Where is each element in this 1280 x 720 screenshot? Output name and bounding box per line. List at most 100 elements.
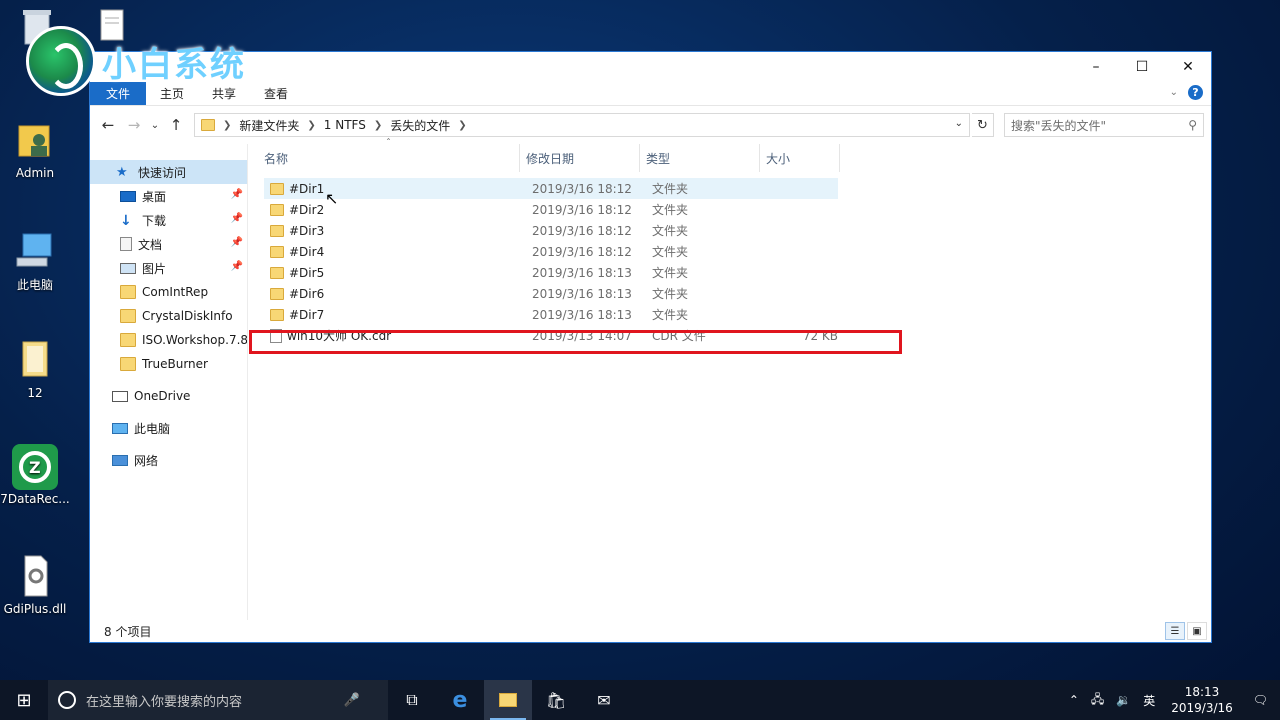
logo-text: 小白系统 <box>102 44 246 85</box>
desktop-icon-label: 此电脑 <box>16 278 53 292</box>
file-type: 文件夹 <box>652 245 689 259</box>
file-list: ˆ 名称 修改日期 类型 大小 #Dir1 2019/3/16 18:12 文件… <box>248 138 1211 620</box>
pin-icon[interactable]: 📌 <box>231 213 243 224</box>
mouse-cursor-icon: ↖ <box>325 189 339 208</box>
column-header-date[interactable]: 修改日期 <box>520 144 640 172</box>
recent-locations-chevron-icon[interactable]: ⌄ <box>148 113 162 137</box>
nav-item-downloads[interactable]: ↓ 下载 📌 <box>90 208 247 232</box>
edge-browser-icon[interactable]: e <box>436 680 484 720</box>
clock-date: 2019/3/16 <box>1171 701 1233 715</box>
nav-label: ComIntRep <box>142 285 209 299</box>
folder-icon <box>270 266 284 279</box>
table-row[interactable]: win10大师 OK.cdr 2019/3/13 14:07 CDR 文件 72… <box>264 325 1211 346</box>
pin-icon[interactable]: 📌 <box>231 189 243 200</box>
mail-icon[interactable]: ✉ <box>580 680 628 720</box>
file-icon <box>270 328 282 343</box>
star-icon: ★ <box>116 165 128 180</box>
onedrive-cloud-icon <box>112 390 128 402</box>
task-view-icon[interactable]: ⧉ <box>388 680 436 720</box>
breadcrumb-item[interactable]: 1 NTFS <box>324 118 366 132</box>
file-date: 2019/3/16 18:13 <box>532 265 632 280</box>
desktop-icon-admin[interactable]: Admin <box>0 118 70 180</box>
up-arrow-icon[interactable]: ↑ <box>164 113 188 137</box>
expand-ribbon-chevron-icon[interactable]: ⌄ <box>1170 87 1178 98</box>
pin-icon[interactable]: 📌 <box>231 237 243 248</box>
breadcrumb-separator-icon[interactable]: ❯ <box>307 120 315 131</box>
documents-icon <box>120 237 132 251</box>
nav-label: 文档 <box>138 237 163 252</box>
tray-chevron-up-icon[interactable]: ⌃ <box>1069 693 1079 707</box>
table-row[interactable]: #Dir6 2019/3/16 18:13 文件夹 <box>264 283 1211 304</box>
table-row[interactable]: #Dir2 2019/3/16 18:12 文件夹 <box>264 199 1211 220</box>
data-recovery-app-icon: Z <box>12 442 58 490</box>
search-input[interactable]: 搜索"丢失的文件" ⚲ <box>1004 113 1204 137</box>
table-row[interactable]: #Dir3 2019/3/16 18:12 文件夹 <box>264 220 1211 241</box>
nav-this-pc[interactable]: 此电脑 <box>90 416 247 440</box>
desktop-icon-this-pc[interactable]: 此电脑 <box>0 228 70 293</box>
folder-icon <box>270 308 284 321</box>
nav-network[interactable]: 网络 <box>90 448 247 472</box>
logo-emblem-icon <box>26 26 96 96</box>
help-icon[interactable]: ? <box>1188 85 1203 100</box>
column-header-type[interactable]: 类型 <box>640 144 760 172</box>
store-bag-icon[interactable]: 🛍 <box>532 680 580 720</box>
nav-quick-access[interactable]: ★ 快速访问 <box>90 160 247 184</box>
taskbar-search-box[interactable]: 在这里输入你要搜索的内容 🎤 <box>48 680 388 720</box>
pictures-icon <box>120 262 136 274</box>
large-icons-view-icon[interactable]: ▣ <box>1187 622 1207 640</box>
nav-item-documents[interactable]: 文档 📌 <box>90 232 247 256</box>
address-bar[interactable]: ❯ 新建文件夹 ❯ 1 NTFS ❯ 丢失的文件 ❯ ⌄ <box>194 113 970 137</box>
table-row[interactable]: #Dir5 2019/3/16 18:13 文件夹 <box>264 262 1211 283</box>
back-arrow-icon[interactable]: ← <box>96 113 120 137</box>
column-header-size[interactable]: 大小 <box>760 144 840 172</box>
nav-label: 此电脑 <box>134 421 171 436</box>
network-tray-icon[interactable]: 🖧 <box>1091 690 1104 711</box>
clock-time: 18:13 <box>1184 685 1220 699</box>
file-explorer-taskbar-icon[interactable] <box>484 680 532 720</box>
desktop-icon-gdiplus[interactable]: GdiPlus.dll <box>0 554 70 616</box>
folder-icon <box>120 309 136 323</box>
breadcrumb-separator-icon[interactable]: ❯ <box>374 120 382 131</box>
table-row[interactable]: #Dir7 2019/3/16 18:13 文件夹 <box>264 304 1211 325</box>
address-dropdown-chevron-icon[interactable]: ⌄ <box>955 118 963 129</box>
desktop-icon-label: 7DataRec... <box>0 492 70 506</box>
nav-item-trueburner[interactable]: TrueBurner <box>90 352 247 376</box>
computer-icon <box>13 228 57 272</box>
table-row[interactable]: #Dir1 2019/3/16 18:12 文件夹 <box>264 178 838 199</box>
download-arrow-icon: ↓ <box>120 213 132 229</box>
refresh-icon[interactable]: ↻ <box>972 113 994 137</box>
nav-item-comintrep[interactable]: ComIntRep <box>90 280 247 304</box>
nav-onedrive[interactable]: OneDrive <box>90 384 247 408</box>
breadcrumb-separator-icon[interactable]: ❯ <box>223 120 231 131</box>
forward-arrow-icon[interactable]: → <box>122 113 146 137</box>
minimize-button[interactable]: – <box>1073 52 1119 82</box>
breadcrumb-item[interactable]: 丢失的文件 <box>390 117 450 134</box>
nav-label: 图片 <box>142 261 167 276</box>
file-name: #Dir3 <box>289 223 325 238</box>
volume-icon[interactable]: 🔉 <box>1116 693 1131 707</box>
pin-icon[interactable]: 📌 <box>231 261 243 272</box>
windows-start-icon[interactable]: ⊞ <box>0 680 48 720</box>
file-date: 2019/3/16 18:12 <box>532 223 632 238</box>
desktop-icon-folder-12[interactable]: 12 <box>0 338 70 400</box>
nav-item-crystaldiskinfo[interactable]: CrystalDiskInfo <box>90 304 247 328</box>
close-button[interactable]: ✕ <box>1165 52 1211 82</box>
table-row[interactable]: #Dir4 2019/3/16 18:12 文件夹 <box>264 241 1211 262</box>
tab-view[interactable]: 查看 <box>250 82 302 105</box>
breadcrumb-separator-icon[interactable]: ❯ <box>458 120 466 131</box>
file-name: #Dir7 <box>289 307 325 322</box>
nav-item-isoworkshop[interactable]: ISO.Workshop.7.8 <box>90 328 247 352</box>
microphone-icon[interactable]: 🎤 <box>344 693 360 708</box>
notifications-icon[interactable]: 🗨 <box>1253 693 1268 707</box>
desktop-icon-7datarecovery[interactable]: Z 7DataRec... <box>0 442 70 506</box>
file-size: 72 KB <box>802 328 838 343</box>
nav-item-pictures[interactable]: 图片 📌 <box>90 256 247 280</box>
maximize-button[interactable]: ☐ <box>1119 52 1165 82</box>
breadcrumb-item[interactable]: 新建文件夹 <box>239 117 299 134</box>
ime-indicator[interactable]: 英 <box>1143 692 1155 709</box>
title-bar[interactable]: – ☐ ✕ <box>90 52 1211 82</box>
details-view-icon[interactable]: ☰ <box>1165 622 1185 640</box>
folder-icon <box>13 338 57 382</box>
clock[interactable]: 18:13 2019/3/16 <box>1171 684 1233 716</box>
nav-item-desktop[interactable]: 桌面 📌 <box>90 184 247 208</box>
